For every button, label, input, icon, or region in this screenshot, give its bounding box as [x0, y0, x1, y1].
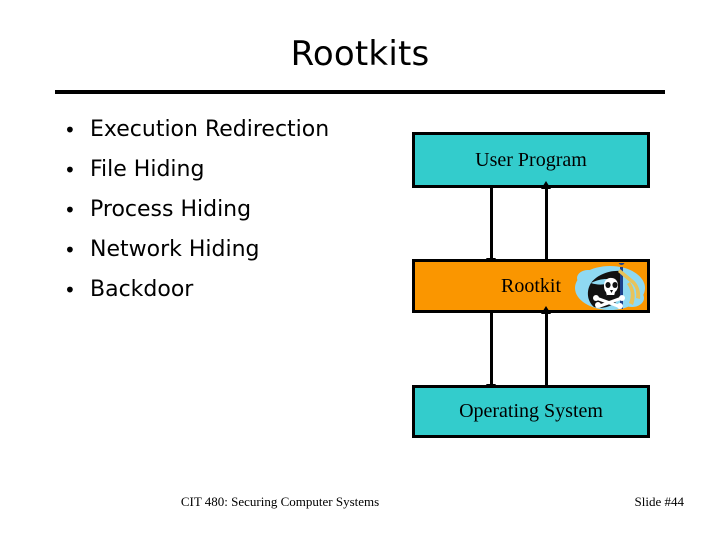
footer-course-label: CIT 480: Securing Computer Systems — [180, 494, 380, 509]
diagram-box-label: User Program — [475, 148, 587, 171]
bullet-icon: • — [64, 118, 76, 142]
bullet-icon: • — [64, 278, 76, 302]
slide-canvas: Rootkits • Execution Redirection • File … — [0, 0, 720, 540]
bullet-list: • Execution Redirection • File Hiding • … — [60, 110, 390, 310]
list-item-label: Network Hiding — [90, 237, 260, 262]
title-divider — [55, 90, 665, 94]
pirate-skull-flag-icon — [574, 263, 646, 313]
arrow-rootkit-to-operating-system — [486, 313, 496, 392]
arrowhead-up-icon — [541, 306, 551, 314]
list-item: • File Hiding — [60, 150, 390, 190]
list-item-label: File Hiding — [90, 157, 205, 182]
list-item-label: Process Hiding — [90, 197, 252, 222]
list-item-label: Execution Redirection — [90, 117, 330, 142]
list-item: • Network Hiding — [60, 230, 390, 270]
list-item-label: Backdoor — [90, 277, 194, 302]
diagram-box-rootkit: Rootkit — [412, 259, 650, 313]
diagram-box-user-program: User Program — [412, 132, 650, 188]
list-item: • Process Hiding — [60, 190, 390, 230]
diagram-box-label: Operating System — [459, 400, 603, 422]
arrowhead-up-icon — [541, 181, 551, 189]
diagram-box-operating-system: Operating System — [412, 385, 650, 438]
arrow-user-program-to-rootkit — [486, 188, 496, 266]
diagram-box-label: Rootkit — [500, 274, 561, 297]
list-item: • Backdoor — [60, 270, 390, 310]
rootkit-layer-diagram: User Program Rootkit Operating System — [412, 132, 650, 438]
arrow-rootkit-to-user-program — [541, 181, 551, 259]
bullet-icon: • — [64, 198, 76, 222]
bullet-icon: • — [64, 238, 76, 262]
arrow-operating-system-to-rootkit — [541, 306, 551, 385]
footer-slide-number: Slide #44 — [634, 494, 684, 509]
bullet-icon: • — [64, 158, 76, 182]
list-item: • Execution Redirection — [60, 110, 390, 150]
page-title: Rootkits — [290, 34, 430, 74]
